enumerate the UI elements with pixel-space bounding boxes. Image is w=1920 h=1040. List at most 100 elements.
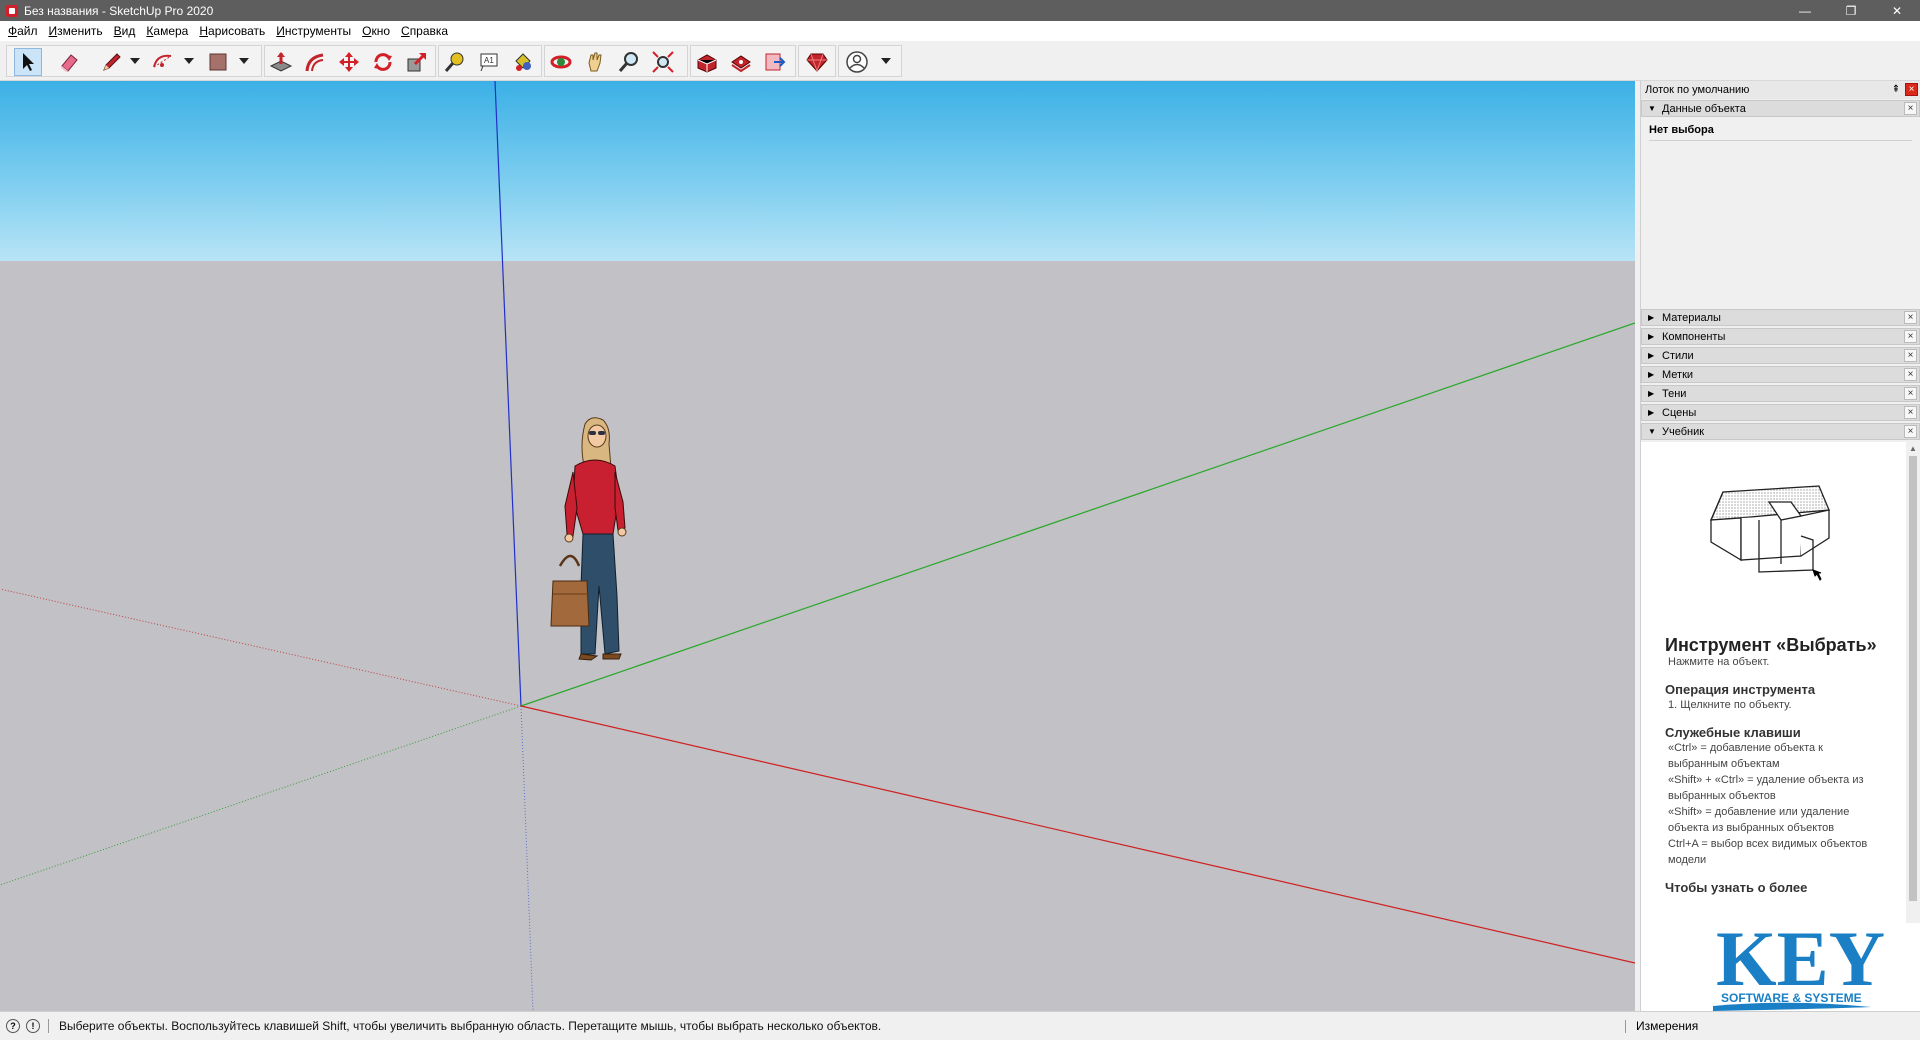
tray-close-button[interactable]: × xyxy=(1905,83,1918,96)
geolocation-icon[interactable]: ? xyxy=(6,1019,20,1033)
eraser-tool[interactable] xyxy=(55,48,83,76)
green-axis-negative xyxy=(0,705,522,886)
instructor-key-line: «Ctrl» = добавление объекта к выбранным … xyxy=(1668,742,1823,770)
toolbar-group-camera xyxy=(544,45,688,77)
panel-close-button[interactable]: × xyxy=(1904,330,1917,343)
panel-close-button[interactable]: × xyxy=(1904,387,1917,400)
select-tool[interactable] xyxy=(14,48,42,76)
toolbar-group-account xyxy=(838,45,902,77)
instructor-more-title: Чтобы узнать о более xyxy=(1665,880,1808,895)
menu-view[interactable]: Вид xyxy=(110,24,140,38)
scale-figure-woman[interactable] xyxy=(545,416,665,711)
move-icon xyxy=(339,52,359,72)
menu-camera[interactable]: Камера xyxy=(142,24,192,38)
menu-help[interactable]: Справка xyxy=(397,24,452,38)
instructor-scrollbar[interactable]: ▲ ▼ xyxy=(1906,442,1920,937)
instructor-op-title: Операция инструмента xyxy=(1665,682,1816,697)
line-tool-dropdown[interactable] xyxy=(130,58,140,64)
measurements-label: Измерения xyxy=(1636,1019,1699,1033)
pencil-icon xyxy=(103,53,121,71)
send-to-layout-tool[interactable] xyxy=(761,48,789,76)
eraser-icon xyxy=(61,54,78,72)
tray-title: Лоток по умолчанию xyxy=(1645,84,1750,96)
instructor-key-line: «Shift» = добавление или удаление объект… xyxy=(1668,806,1850,834)
panel-header-tags[interactable]: ▶ Метки × xyxy=(1641,366,1920,383)
menu-window[interactable]: Окно xyxy=(358,24,394,38)
panel-label-styles: Стили xyxy=(1662,349,1694,362)
toolbar-group-extensions xyxy=(798,45,836,77)
shape-tool-dropdown[interactable] xyxy=(239,58,249,64)
text-icon: A1 xyxy=(480,53,498,72)
panel-close-button[interactable]: × xyxy=(1904,102,1917,115)
panel-label-shadows: Тени xyxy=(1662,387,1687,400)
instructor-op-step: 1. Щелкните по объекту. xyxy=(1668,699,1792,711)
instructor-key-line: Ctrl+A = выбор всех видимых объектов мод… xyxy=(1668,838,1868,866)
panel-header-instructor[interactable]: ▼ Учебник × xyxy=(1641,423,1920,440)
panel-header-entity-info[interactable]: ▼ Данные объекта × xyxy=(1641,100,1920,117)
window-controls: — ❐ ✕ xyxy=(1782,0,1920,21)
scroll-up-arrow-icon[interactable]: ▲ xyxy=(1909,444,1917,453)
pan-tool[interactable] xyxy=(581,48,609,76)
rotate-tool[interactable] xyxy=(369,48,397,76)
collapse-triangle-icon: ▼ xyxy=(1648,427,1656,436)
zoom-extents-icon xyxy=(652,51,674,73)
panel-close-button[interactable]: × xyxy=(1904,349,1917,362)
scale-tool[interactable] xyxy=(403,48,431,76)
panel-close-button[interactable]: × xyxy=(1904,406,1917,419)
menu-edit[interactable]: Изменить xyxy=(45,24,107,38)
panel-label-entity-info: Данные объекта xyxy=(1662,102,1746,115)
menu-draw[interactable]: Нарисовать xyxy=(195,24,269,38)
drawing-viewport[interactable] xyxy=(0,81,1635,1011)
extension-warehouse-icon xyxy=(731,55,751,73)
account-dropdown[interactable] xyxy=(881,58,891,64)
menu-file[interactable]: Файл xyxy=(4,24,42,38)
orbit-tool[interactable] xyxy=(547,48,575,76)
offset-tool[interactable] xyxy=(301,48,329,76)
panel-header-scenes[interactable]: ▶ Сцены × xyxy=(1641,404,1920,421)
scrollbar-thumb[interactable] xyxy=(1909,456,1917,901)
panel-header-components[interactable]: ▶ Компоненты × xyxy=(1641,328,1920,345)
maximize-button[interactable]: ❐ xyxy=(1828,0,1874,21)
panel-close-button[interactable]: × xyxy=(1904,368,1917,381)
instructor-tool-title: Инструмент «Выбрать» xyxy=(1665,635,1877,655)
green-axis-positive xyxy=(520,322,1635,707)
move-tool[interactable] xyxy=(335,48,363,76)
pin-icon[interactable]: ⇞ xyxy=(1890,83,1902,96)
panel-header-shadows[interactable]: ▶ Тени × xyxy=(1641,385,1920,402)
minimize-button[interactable]: — xyxy=(1782,0,1828,21)
layout-icon xyxy=(765,53,786,71)
axes-overlay xyxy=(0,81,1635,1011)
panel-close-button[interactable]: × xyxy=(1904,425,1917,438)
zoom-extents-tool[interactable] xyxy=(649,48,677,76)
panel-label-materials: Материалы xyxy=(1662,311,1721,324)
line-tool[interactable] xyxy=(98,48,126,76)
sketchup-app-icon xyxy=(6,4,18,17)
push-pull-tool[interactable] xyxy=(267,48,295,76)
3d-warehouse-tool[interactable] xyxy=(693,48,721,76)
close-button[interactable]: ✕ xyxy=(1874,0,1920,21)
account-tool[interactable] xyxy=(843,48,871,76)
text-tool[interactable]: A1 xyxy=(475,48,503,76)
paint-bucket-icon xyxy=(515,53,531,71)
panel-header-materials[interactable]: ▶ Материалы × xyxy=(1641,309,1920,326)
info-icon[interactable]: ! xyxy=(26,1019,40,1033)
hand-icon xyxy=(588,52,602,72)
shape-tool[interactable] xyxy=(204,48,232,76)
menu-tools[interactable]: Инструменты xyxy=(272,24,355,38)
key-software-logo: KEY SOFTWARE & SYSTEME xyxy=(1641,915,1920,1013)
arc-tool-dropdown[interactable] xyxy=(184,58,194,64)
arc-tool[interactable] xyxy=(149,48,177,76)
magnifier-icon xyxy=(618,52,638,72)
toolbar-group-edit xyxy=(264,45,436,77)
zoom-tool[interactable] xyxy=(615,48,643,76)
offset-icon xyxy=(305,53,324,72)
expand-triangle-icon: ▶ xyxy=(1648,389,1655,398)
tape-measure-tool[interactable] xyxy=(441,48,469,76)
panel-close-button[interactable]: × xyxy=(1904,311,1917,324)
menu-bar: Файл Изменить Вид Камера Нарисовать Инст… xyxy=(0,21,1920,41)
extension-manager-tool[interactable] xyxy=(803,48,831,76)
expand-triangle-icon: ▶ xyxy=(1648,351,1655,360)
panel-header-styles[interactable]: ▶ Стили × xyxy=(1641,347,1920,364)
paint-bucket-tool[interactable] xyxy=(509,48,537,76)
extension-warehouse-tool[interactable] xyxy=(727,48,755,76)
